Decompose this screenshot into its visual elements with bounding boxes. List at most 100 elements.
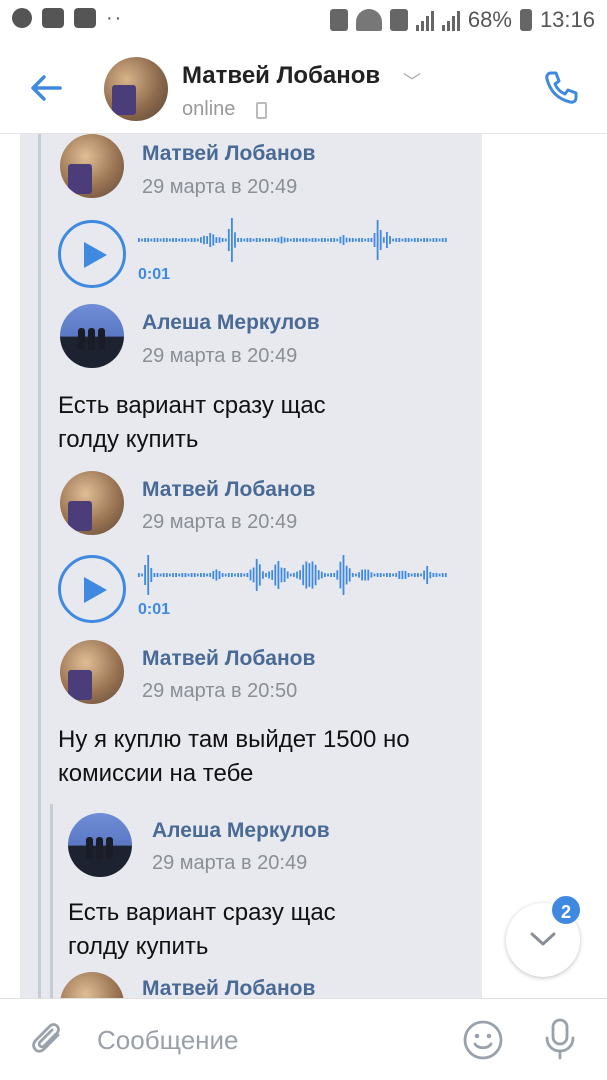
waveform-bar (172, 238, 174, 242)
waveform-bar (203, 573, 205, 577)
avatar[interactable] (60, 134, 124, 198)
quote-line (38, 134, 41, 998)
waveform-bar (206, 236, 208, 244)
waveform-bar (333, 573, 336, 577)
voice-duration: 0:01 (138, 266, 171, 283)
waveform-bar (432, 238, 435, 242)
author-name[interactable]: Матвей Лобанов (142, 977, 315, 998)
waveform-bar (376, 220, 379, 260)
avatar[interactable] (60, 471, 124, 535)
waveform-bar (224, 238, 227, 242)
waveform-bar (162, 573, 165, 577)
message-date: 29 марта в 20:49 (142, 345, 298, 367)
waveform-bar (345, 237, 348, 243)
play-button[interactable] (58, 220, 126, 288)
waveform-bar (268, 238, 270, 242)
emoji-button[interactable] (462, 1019, 504, 1066)
call-button[interactable] (539, 66, 583, 110)
avatar[interactable] (60, 304, 124, 368)
waveform-bar (147, 238, 150, 242)
waveform-bar (262, 571, 264, 579)
microphone-icon (545, 1018, 575, 1060)
waveform-bar (138, 573, 140, 577)
waveform-bar (243, 238, 246, 242)
waveform-bar (420, 238, 422, 242)
waveform-bar (386, 573, 388, 577)
waveform-bar (265, 573, 267, 577)
more-notifications-icon: ·· (106, 7, 124, 29)
waveform-bar (429, 238, 432, 242)
chat-area[interactable]: Матвей Лобанов 29 марта в 20:49 0:01 Але… (0, 134, 607, 998)
author-name[interactable]: Матвей Лобанов (142, 647, 315, 671)
waveform-bar (441, 238, 444, 242)
waveform-bar (327, 238, 329, 242)
waveform-bar (351, 238, 354, 242)
author-name[interactable]: Алеша Меркулов (152, 819, 330, 843)
waveform-bar (289, 573, 292, 577)
waveform-bar (268, 571, 270, 579)
unread-count-badge: 2 (550, 894, 582, 926)
waveform-bar (311, 561, 314, 589)
waveform-bar (187, 238, 190, 242)
waveform-bar (200, 237, 202, 243)
waveform-bar (193, 573, 196, 577)
waveform-bar (320, 238, 323, 242)
message-text-line: голду купить (68, 933, 209, 960)
waveform-bar (153, 238, 156, 242)
waveform-bar (184, 573, 187, 577)
waveform-bar (348, 238, 351, 242)
waveform-bar (342, 235, 345, 245)
waveform-bar (150, 238, 153, 242)
attach-button[interactable] (28, 1021, 68, 1066)
waveform-bar (169, 238, 171, 242)
waveform-bar (382, 237, 385, 243)
waveform-bar (234, 573, 236, 577)
waveform-bar (280, 236, 283, 244)
avatar[interactable] (104, 57, 168, 121)
waveform-bar (302, 564, 305, 586)
waveform-bar (330, 238, 332, 242)
waveform-bar (308, 238, 311, 242)
author-name[interactable]: Матвей Лобанов (142, 142, 315, 166)
waveform-bar (404, 238, 407, 242)
waveform-bar (444, 238, 447, 242)
waveform-bar (144, 238, 146, 242)
voice-waveform[interactable] (138, 551, 448, 599)
waveform-bar (159, 573, 162, 577)
back-button[interactable] (24, 66, 68, 110)
message-text: Ну я куплю там выйдет 1500 но комиссии н… (58, 723, 410, 791)
message-text: Есть вариант сразу щас голду купить (68, 896, 336, 964)
paperclip-icon (32, 1023, 60, 1053)
waveform-bar (156, 573, 159, 577)
author-name[interactable]: Алеша Меркулов (142, 311, 320, 335)
waveform-bar (392, 238, 394, 242)
waveform-bar (196, 238, 199, 242)
play-icon (84, 577, 107, 603)
message-date: 29 марта в 20:49 (142, 511, 298, 533)
waveform-bar (175, 238, 177, 242)
voice-record-button[interactable] (540, 1017, 580, 1066)
contact-name[interactable]: Матвей Лобанов (182, 62, 380, 90)
voice-waveform[interactable] (138, 216, 448, 264)
waveform-bar (255, 238, 258, 242)
waveform-bar (432, 573, 435, 577)
play-button[interactable] (58, 555, 126, 623)
waveform-bar (293, 238, 295, 242)
avatar[interactable] (60, 640, 124, 704)
signal-icon-2 (441, 9, 460, 31)
chevron-down-icon[interactable]: ﹀ (403, 68, 421, 94)
waveform-bar (311, 238, 314, 242)
waveform-bar (392, 573, 394, 577)
waveform-bar (296, 238, 298, 242)
waveform-bar (395, 573, 398, 577)
message-input[interactable]: Сообщение (97, 1025, 239, 1056)
waveform-bar (435, 238, 438, 242)
waveform-bar (358, 572, 360, 578)
waveform-bar (367, 238, 370, 242)
waveform-bar (215, 237, 218, 243)
status-bar: ·· 68% 13:16 (0, 0, 607, 42)
waveform-bar (358, 238, 360, 242)
author-name[interactable]: Матвей Лобанов (142, 478, 315, 502)
waveform-bar (407, 573, 410, 577)
avatar[interactable] (68, 813, 132, 877)
